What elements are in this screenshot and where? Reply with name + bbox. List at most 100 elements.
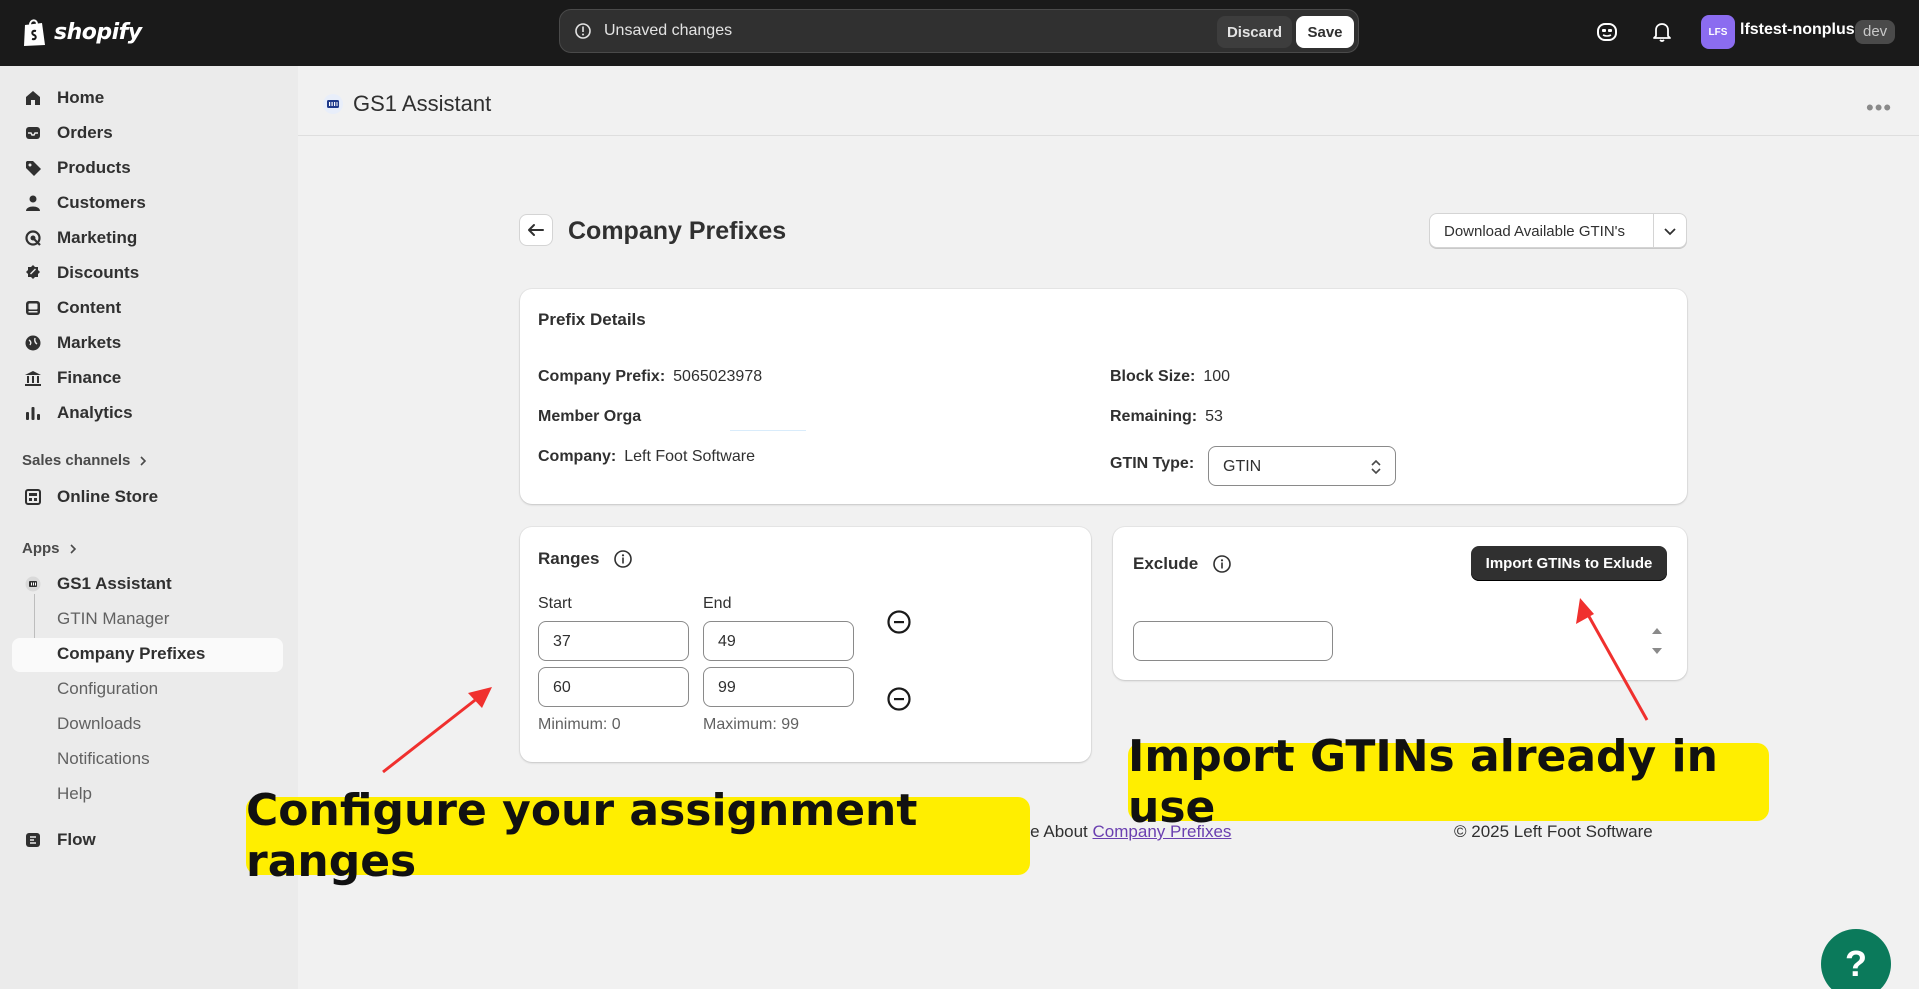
sidebar-item-orders[interactable]: Orders bbox=[24, 117, 113, 149]
company-prefix-label: Company Prefix: bbox=[538, 368, 666, 385]
sidebar-item-markets[interactable]: Markets bbox=[24, 327, 121, 359]
tag-icon bbox=[26, 161, 41, 176]
sidebar-item-analytics[interactable]: Analytics bbox=[24, 397, 133, 429]
download-gtins-button[interactable]: Download Available GTIN's bbox=[1444, 223, 1625, 240]
sidebar-item-gs1-assistant[interactable]: GS1 Assistant bbox=[24, 568, 172, 600]
gtin-type-value: GTIN bbox=[1223, 458, 1262, 475]
remove-range-1-icon[interactable] bbox=[886, 609, 912, 635]
import-callout: Import GTINs already in use bbox=[1128, 731, 1769, 833]
shopify-logo[interactable]: shopify bbox=[22, 17, 142, 47]
bank-icon bbox=[25, 371, 41, 386]
chevron-right-icon bbox=[140, 455, 147, 466]
sidebar-item-label: Online Store bbox=[57, 487, 159, 506]
range-1-start-input[interactable]: 37 bbox=[538, 621, 689, 661]
sidebar-subitem-company-prefixes[interactable]: Company Prefixes bbox=[57, 644, 205, 664]
bar-chart-icon bbox=[26, 407, 40, 420]
inbox-icon bbox=[26, 127, 40, 139]
bell-icon[interactable] bbox=[1649, 19, 1675, 45]
chevron-right-icon bbox=[69, 543, 76, 554]
sidebar-item-flow[interactable]: Flow bbox=[24, 824, 96, 856]
home-icon bbox=[26, 91, 40, 105]
sidebar-item-products[interactable]: Products bbox=[24, 152, 131, 184]
save-button[interactable]: Save bbox=[1296, 16, 1354, 48]
gs1-app-icon bbox=[25, 576, 41, 592]
maximum-hint: Maximum: 99 bbox=[703, 716, 800, 733]
remove-range-2-icon[interactable] bbox=[886, 686, 912, 712]
sidebar-subitem-downloads[interactable]: Downloads bbox=[57, 714, 141, 734]
sidebar-item-content[interactable]: Content bbox=[24, 292, 121, 324]
sidebar-item-home[interactable]: Home bbox=[24, 82, 104, 114]
more-actions-icon[interactable]: ••• bbox=[1866, 95, 1892, 121]
app-header bbox=[298, 66, 1919, 136]
contextual-save-bar: Unsaved changes Discard Save bbox=[559, 9, 1359, 53]
sidebar-item-label: GS1 Assistant bbox=[57, 574, 172, 593]
exclude-input[interactable] bbox=[1133, 621, 1333, 661]
ranges-title: Ranges bbox=[538, 549, 600, 568]
sales-channels-heading[interactable]: Sales channels bbox=[22, 452, 148, 469]
range-1-start-value: 37 bbox=[553, 633, 571, 650]
sidebar-item-customers[interactable]: Customers bbox=[24, 187, 146, 219]
gtin-type-select[interactable]: GTIN bbox=[1208, 446, 1396, 486]
apps-label: Apps bbox=[22, 540, 60, 557]
company-label: Company: bbox=[538, 448, 617, 465]
sidebar-item-online-store[interactable]: Online Store bbox=[24, 481, 158, 513]
sidebar-item-label: Marketing bbox=[57, 228, 138, 247]
sidebar-item-label: Content bbox=[57, 298, 122, 317]
end-label: End bbox=[703, 595, 732, 612]
import-gtins-button[interactable]: Import GTINs to Exlude bbox=[1471, 546, 1667, 581]
sidebar-item-label: Home bbox=[57, 88, 105, 107]
sidebar-item-label: Products bbox=[57, 158, 131, 177]
select-arrows-icon bbox=[1371, 459, 1381, 475]
store-avatar[interactable]: LFS bbox=[1701, 15, 1735, 49]
person-icon bbox=[26, 195, 40, 211]
sidekick-icon[interactable] bbox=[1594, 19, 1620, 45]
globe-icon bbox=[25, 335, 41, 351]
sidebar-item-label: Analytics bbox=[57, 403, 133, 422]
page-title: Company Prefixes bbox=[568, 217, 787, 245]
sidebar-item-label: Orders bbox=[57, 123, 113, 142]
company-prefix-row: Company Prefix: 5065023978 bbox=[538, 368, 762, 386]
remaining-label: Remaining: bbox=[1110, 408, 1198, 425]
info-icon[interactable] bbox=[613, 549, 633, 569]
minimum-hint: Minimum: 0 bbox=[538, 716, 621, 733]
sidebar-item-marketing[interactable]: Marketing bbox=[24, 222, 137, 254]
company-prefix-value: 5065023978 bbox=[673, 368, 763, 385]
range-2-start-input[interactable]: 60 bbox=[538, 667, 689, 707]
sidebar-item-label: Finance bbox=[57, 368, 122, 387]
sidebar-subitem-configuration[interactable]: Configuration bbox=[57, 679, 158, 699]
store-name[interactable]: lfstest-nonplus bbox=[1740, 21, 1855, 39]
divider bbox=[1653, 214, 1654, 247]
member-org-label: Member Orga bbox=[538, 408, 642, 425]
sidebar-item-label: Markets bbox=[57, 333, 122, 352]
info-icon[interactable] bbox=[1212, 554, 1232, 574]
sidebar-item-finance[interactable]: Finance bbox=[24, 362, 121, 394]
gtin-type-row: GTIN Type: bbox=[1110, 455, 1202, 473]
block-size-value: 100 bbox=[1203, 368, 1231, 385]
sidebar-subitem-notifications[interactable]: Notifications bbox=[57, 749, 150, 769]
range-1-end-input[interactable]: 49 bbox=[703, 621, 854, 661]
chevron-down-icon[interactable] bbox=[1662, 223, 1678, 239]
gs1-app-logo-icon bbox=[323, 94, 343, 114]
app-title: GS1 Assistant bbox=[353, 91, 492, 116]
sidebar-subitem-gtin-manager[interactable]: GTIN Manager bbox=[57, 609, 169, 629]
company-value: Left Foot Software bbox=[624, 448, 755, 465]
member-org-underline bbox=[730, 430, 806, 431]
sidebar-subitem-help[interactable]: Help bbox=[57, 784, 92, 804]
sidebar-item-label: Discounts bbox=[57, 263, 140, 282]
scroll-arrows-icon[interactable] bbox=[1651, 625, 1663, 657]
storefront-icon bbox=[25, 489, 41, 505]
company-row: Company: Left Foot Software bbox=[538, 448, 755, 466]
range-2-end-input[interactable]: 99 bbox=[703, 667, 854, 707]
prefix-details-card bbox=[520, 289, 1687, 504]
target-icon bbox=[25, 230, 41, 246]
apps-heading[interactable]: Apps bbox=[22, 540, 78, 557]
sidebar-item-discounts[interactable]: Discounts bbox=[24, 257, 139, 289]
top-bar: shopify Unsaved changes Discard Save LFS… bbox=[0, 0, 1919, 66]
alert-circle-icon bbox=[575, 23, 591, 39]
shopify-bag-icon bbox=[24, 19, 45, 46]
discount-icon bbox=[26, 265, 40, 279]
back-button[interactable] bbox=[519, 214, 553, 246]
block-size-label: Block Size: bbox=[1110, 368, 1196, 385]
range-1-end-value: 49 bbox=[718, 633, 736, 650]
discard-button[interactable]: Discard bbox=[1216, 16, 1292, 48]
